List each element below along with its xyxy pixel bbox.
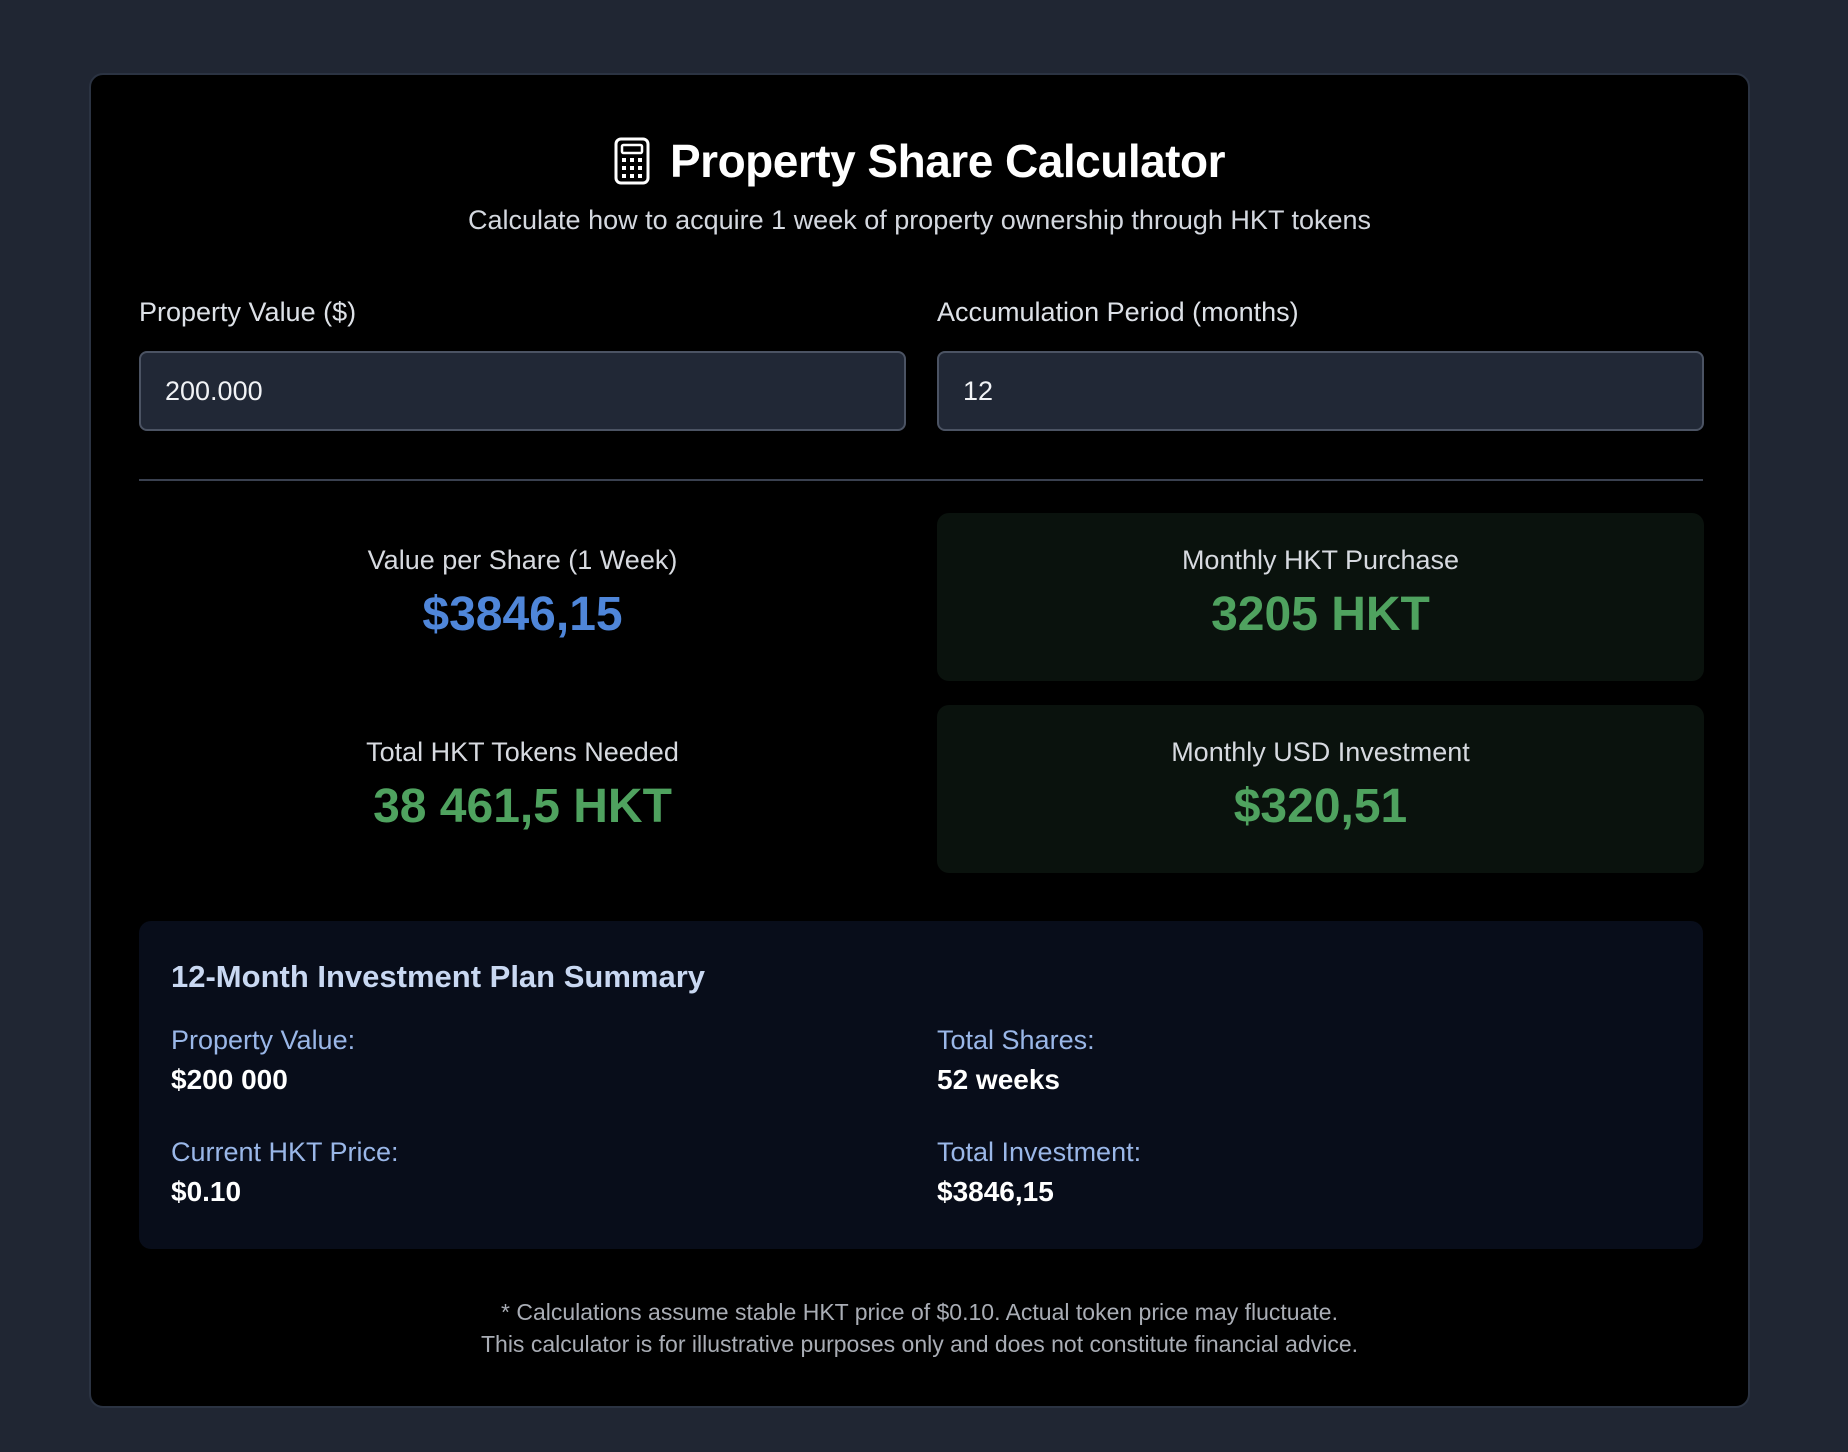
- disclaimer-line-2: This calculator is for illustrative purp…: [480, 1331, 1358, 1357]
- calculator-icon: [614, 137, 650, 185]
- monthly-hkt-purchase-label: Monthly HKT Purchase: [1181, 545, 1460, 575]
- calculator-card: Property Share Calculator Calculate how …: [89, 73, 1750, 1408]
- summary-label: Current HKT Price:: [171, 1137, 399, 1167]
- property-value-input[interactable]: [139, 351, 906, 431]
- summary-label: Total Investment:: [937, 1137, 1142, 1167]
- summary-label: Property Value:: [171, 1025, 356, 1055]
- summary-item-property-value: Property Value: $200 000: [171, 1025, 355, 1096]
- header: Property Share Calculator: [91, 129, 1748, 193]
- accumulation-period-input[interactable]: [937, 351, 1704, 431]
- summary-item-hkt-price: Current HKT Price: $0.10: [171, 1137, 399, 1208]
- summary-label: Total Shares:: [937, 1025, 1095, 1055]
- page-subtitle: Calculate how to acquire 1 week of prope…: [468, 205, 1371, 235]
- summary-item-total-investment: Total Investment: $3846,15: [937, 1137, 1141, 1208]
- monthly-hkt-purchase-value: 3205 HKT: [1211, 588, 1430, 641]
- investment-plan-summary: 12-Month Investment Plan Summary Propert…: [139, 921, 1703, 1249]
- disclaimer-line-1: * Calculations assume stable HKT price o…: [501, 1299, 1338, 1325]
- summary-value: 52 weeks: [937, 1064, 1060, 1095]
- monthly-usd-investment-value: $320,51: [1233, 780, 1408, 833]
- monthly-usd-investment-stat: Monthly USD Investment $320,51: [937, 705, 1704, 873]
- monthly-usd-investment-label: Monthly USD Investment: [1171, 737, 1470, 767]
- total-hkt-needed-stat: Total HKT Tokens Needed 38 461,5 HKT: [139, 705, 906, 873]
- accumulation-period-label: Accumulation Period (months): [937, 297, 1299, 327]
- summary-value: $3846,15: [937, 1176, 1054, 1207]
- value-per-share-stat: Value per Share (1 Week) $3846,15: [139, 513, 906, 681]
- summary-item-total-shares: Total Shares: 52 weeks: [937, 1025, 1095, 1096]
- page-title: Property Share Calculator: [669, 135, 1226, 187]
- summary-value: $0.10: [171, 1176, 242, 1207]
- total-hkt-needed-value: 38 461,5 HKT: [373, 780, 672, 833]
- property-value-label: Property Value ($): [139, 297, 357, 327]
- summary-title: 12-Month Investment Plan Summary: [171, 959, 706, 994]
- total-hkt-needed-label: Total HKT Tokens Needed: [366, 737, 679, 767]
- divider: [139, 479, 1703, 481]
- value-per-share-value: $3846,15: [422, 588, 623, 641]
- summary-value: $200 000: [171, 1064, 288, 1095]
- monthly-hkt-purchase-stat: Monthly HKT Purchase 3205 HKT: [937, 513, 1704, 681]
- value-per-share-label: Value per Share (1 Week): [367, 545, 678, 575]
